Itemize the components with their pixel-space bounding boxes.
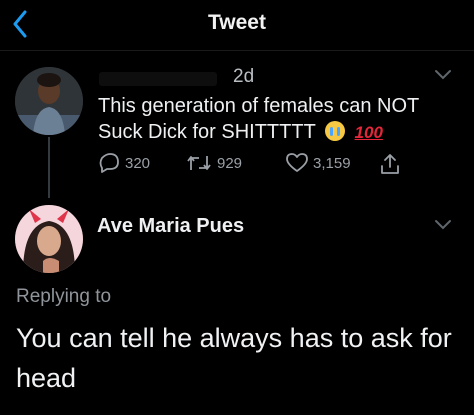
avatar[interactable] xyxy=(15,205,83,273)
avatar[interactable] xyxy=(15,67,83,135)
like-button[interactable]: 3,159 xyxy=(286,153,351,173)
share-icon xyxy=(381,154,399,174)
hundred-points-icon: 100 xyxy=(354,123,383,142)
retweet-icon xyxy=(187,156,211,170)
tweet-actions: 320 929 3,159 xyxy=(0,153,474,181)
author-name-redacted xyxy=(99,72,217,86)
reply-icon xyxy=(99,153,119,173)
reply-button[interactable]: 320 xyxy=(98,153,150,173)
reply-count: 320 xyxy=(125,154,151,172)
retweet-count: 929 xyxy=(217,154,243,172)
share-button[interactable] xyxy=(380,153,405,175)
top-bar: Tweet xyxy=(0,0,474,51)
tweet-text-line-2: Suck Dick for SHITTTTT xyxy=(98,121,316,143)
reply-author-name[interactable]: Ave Maria Pues xyxy=(97,215,244,238)
chevron-down-icon[interactable] xyxy=(434,69,452,81)
tweet-text-line-1: This generation of females can NOT xyxy=(98,95,420,117)
crying-face-icon xyxy=(324,121,345,141)
like-count: 3,159 xyxy=(313,154,351,172)
reply-text: You can tell he always has to ask for he… xyxy=(16,323,452,393)
tweet-text: This generation of females can NOT Suck … xyxy=(98,93,438,146)
tweet-time: 2d xyxy=(233,66,255,87)
replying-to-label: Replying to xyxy=(16,286,112,307)
page-title: Tweet xyxy=(208,11,266,34)
retweet-button[interactable]: 929 xyxy=(186,153,242,173)
chevron-down-icon[interactable] xyxy=(434,219,452,231)
heart-icon xyxy=(286,153,308,172)
